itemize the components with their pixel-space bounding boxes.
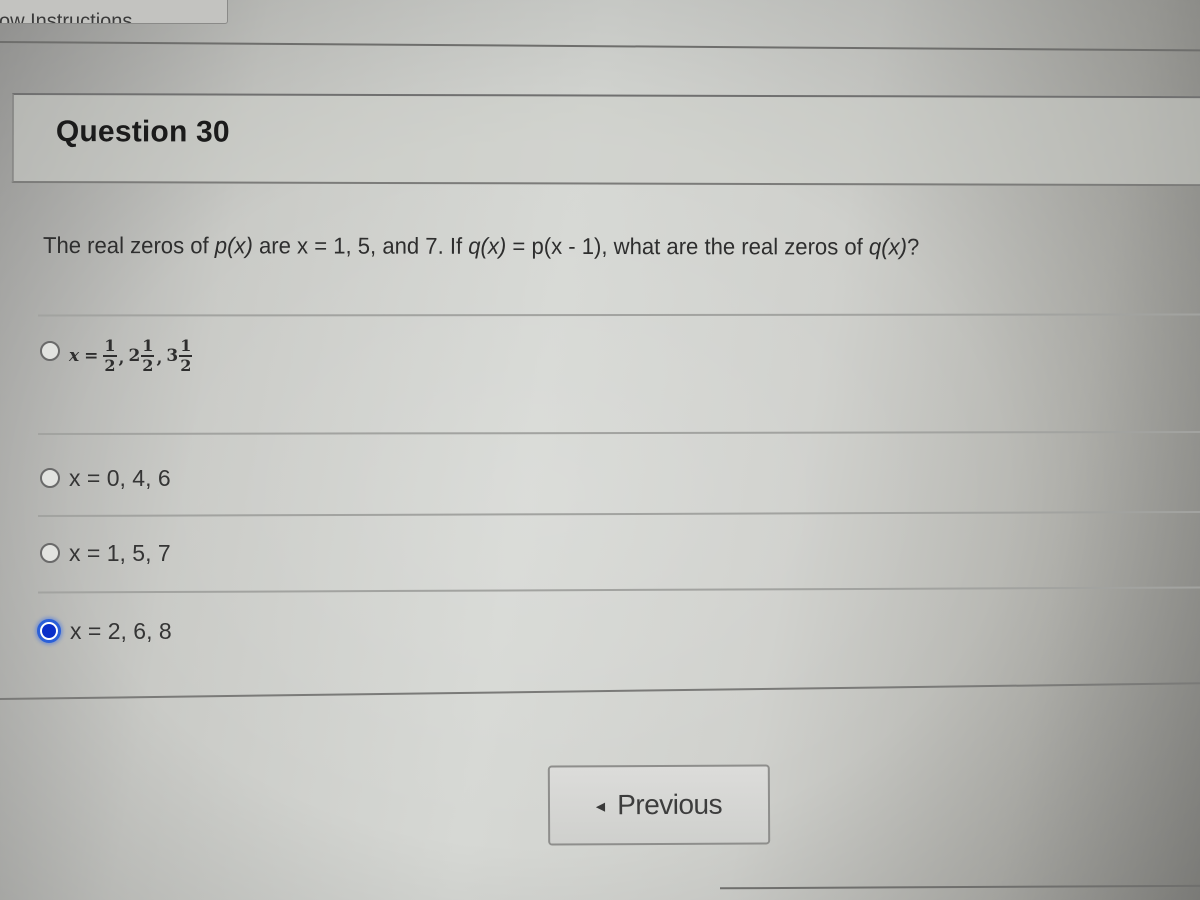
question-prompt: The real zeros of p(x) are x = 1, 5, and…	[43, 232, 919, 261]
mixed-whole-3: 3	[166, 346, 179, 366]
header-divider	[0, 41, 1200, 52]
math-variable: x	[69, 346, 80, 366]
page-bottom-edge	[719, 884, 1200, 890]
show-instructions-label: ow Instructions	[0, 10, 133, 24]
fraction-term-2: 1 2	[141, 336, 155, 375]
mixed-whole-2: 2	[128, 346, 141, 366]
prompt-text-4: ?	[906, 233, 920, 260]
triangle-left-icon: ◀	[595, 799, 606, 814]
answer-option-3[interactable]: x = 1, 5, 7	[40, 533, 171, 573]
radio-button-unchecked[interactable]	[40, 468, 60, 488]
prompt-p-function: p(x)	[214, 232, 253, 259]
option-divider	[38, 586, 1200, 594]
option-2-label: x = 0, 4, 6	[69, 464, 171, 491]
question-title: Question 30	[55, 115, 230, 149]
question-header: Question 30	[11, 93, 1200, 187]
math-equals: =	[84, 346, 99, 366]
question-footer-divider	[0, 681, 1200, 700]
radio-button-unchecked[interactable]	[40, 543, 60, 563]
radio-button-unchecked[interactable]	[40, 341, 60, 361]
math-comma: ,	[156, 348, 163, 368]
math-comma: ,	[118, 348, 125, 368]
previous-button[interactable]: ◀ Previous	[547, 764, 771, 846]
fraction-term-3: 1 2	[179, 336, 193, 375]
radio-button-checked[interactable]	[37, 619, 61, 643]
prompt-text-2: are x = 1, 5, and 7. If	[252, 232, 469, 259]
option-1-math: x = 1 2 , 2 1 2 , 3 1 2	[69, 338, 193, 374]
options-top-divider	[37, 313, 1200, 317]
option-3-label: x = 1, 5, 7	[69, 539, 171, 566]
prompt-q-function: q(x)	[468, 232, 507, 259]
fraction-term-1: 1 2	[103, 336, 117, 375]
option-divider	[37, 430, 1200, 436]
answer-option-1[interactable]: x = 1 2 , 2 1 2 , 3 1 2	[40, 336, 193, 376]
show-instructions-button[interactable]: ow Instructions	[0, 0, 228, 24]
prompt-text-1: The real zeros of	[42, 232, 215, 259]
answer-option-4[interactable]: x = 2, 6, 8	[37, 611, 172, 651]
prompt-q-function-2: q(x)	[868, 233, 908, 260]
previous-label: Previous	[617, 788, 723, 821]
prompt-text-3: = p(x - 1), what are the real zeros of	[506, 232, 869, 260]
answer-option-2[interactable]: x = 0, 4, 6	[40, 458, 171, 498]
option-divider	[38, 510, 1200, 518]
option-4-label: x = 2, 6, 8	[70, 617, 172, 644]
